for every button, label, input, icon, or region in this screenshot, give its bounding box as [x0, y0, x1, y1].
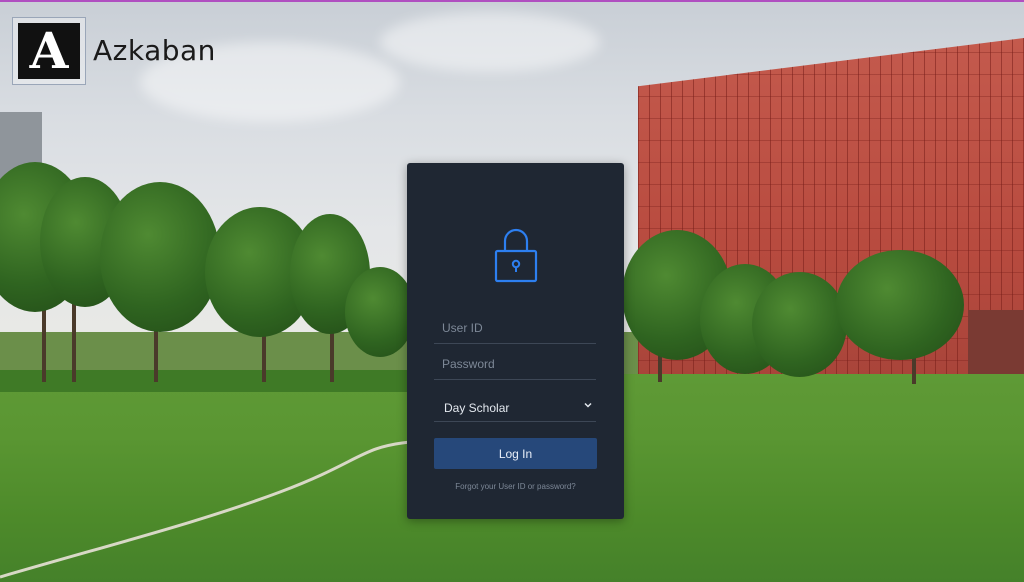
logo[interactable]: A [12, 17, 86, 85]
lock-icon [494, 228, 538, 283]
user-id-field-wrapper [434, 313, 596, 344]
tree [100, 182, 220, 332]
role-select[interactable]: Day Scholar [434, 395, 596, 422]
hedge [0, 370, 410, 392]
chevron-down-icon [584, 402, 592, 408]
role-select-value: Day Scholar [444, 401, 510, 415]
tree [752, 272, 847, 377]
password-field-wrapper [434, 349, 596, 380]
top-accent-strip [0, 0, 1024, 2]
login-button[interactable]: Log In [434, 438, 597, 469]
user-id-input[interactable] [434, 313, 596, 343]
forgot-credentials-link[interactable]: Forgot your User ID or password? [407, 482, 624, 491]
garden-hose [0, 440, 411, 579]
app-name: Azkaban [93, 34, 216, 67]
login-card: Day Scholar Log In Forgot your User ID o… [407, 163, 624, 519]
cloud [380, 12, 600, 72]
tree [345, 267, 415, 357]
tree [836, 250, 964, 360]
logo-mark: A [18, 23, 80, 79]
password-input[interactable] [434, 349, 596, 379]
building-entrance [968, 310, 1024, 378]
